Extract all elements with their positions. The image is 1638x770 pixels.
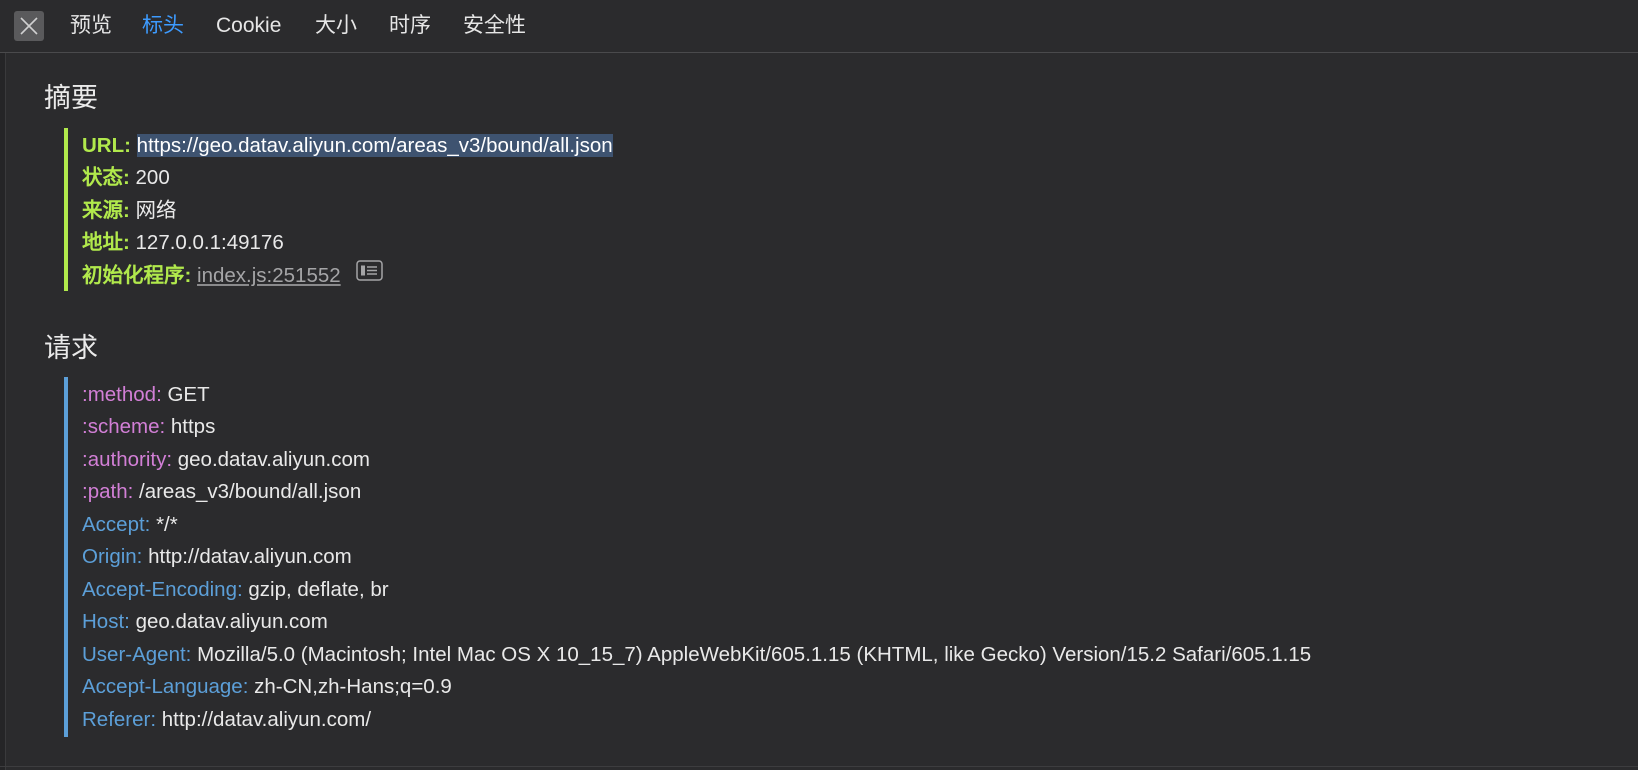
header-row: Referer: http://datav.aliyun.com/ (82, 703, 371, 737)
tab-bar: 预览 标头 Cookie 大小 时序 安全性 (0, 0, 1638, 53)
header-value: http://datav.aliyun.com (148, 545, 352, 568)
header-row: :scheme: https (82, 410, 215, 444)
summary-row-initiator: 初始化程序: index.js:251552 (82, 258, 384, 293)
initiator-link[interactable]: index.js:251552 (197, 264, 341, 287)
summary-key: 状态: (82, 166, 130, 189)
header-row: :method: GET (82, 378, 210, 412)
tab-size[interactable]: 大小 (315, 0, 357, 52)
header-key: :path: (82, 480, 134, 503)
header-key: Referer: (82, 708, 157, 731)
summary-row-source: 来源: 网络 (82, 194, 177, 228)
summary-key: 初始化程序: (82, 264, 192, 287)
header-value: http://datav.aliyun.com/ (161, 708, 372, 731)
request-title: 请求 (44, 333, 98, 363)
source-value: 网络 (135, 199, 177, 222)
header-key: Origin: (82, 545, 143, 568)
header-value: gzip, deflate, br (248, 578, 389, 601)
header-key: Host: (82, 610, 130, 633)
close-icon (20, 17, 38, 35)
close-button[interactable] (14, 11, 44, 41)
tab-cookie[interactable]: Cookie (216, 0, 281, 52)
summary-key: 来源: (82, 199, 130, 222)
header-value: GET (167, 383, 210, 406)
header-value: Mozilla/5.0 (Macintosh; Intel Mac OS X 1… (197, 643, 1312, 666)
summary-title: 摘要 (44, 83, 98, 113)
tab-headers[interactable]: 标头 (142, 0, 184, 52)
summary-row-url: URL: https://geo.datav.aliyun.com/areas_… (82, 129, 613, 163)
header-key: :authority: (82, 448, 173, 471)
url-value[interactable]: https://geo.datav.aliyun.com/areas_v3/bo… (136, 134, 613, 157)
header-key: :method: (82, 383, 162, 406)
summary-row-status: 状态: 200 (82, 161, 170, 195)
header-value: https (170, 415, 216, 438)
header-value: /areas_v3/bound/all.json (139, 480, 362, 503)
header-row: User-Agent: Mozilla/5.0 (Macintosh; Inte… (82, 638, 1311, 672)
header-row: Accept-Encoding: gzip, deflate, br (82, 573, 389, 607)
header-value: geo.datav.aliyun.com (177, 448, 370, 471)
summary-key: 地址: (82, 231, 130, 254)
header-key: :scheme: (82, 415, 166, 438)
request-bar (64, 377, 68, 737)
address-value: 127.0.0.1:49176 (135, 231, 284, 254)
header-key: Accept: (82, 513, 151, 536)
header-row: Origin: http://datav.aliyun.com (82, 540, 352, 574)
tab-security[interactable]: 安全性 (463, 0, 526, 52)
bottom-divider (0, 766, 1638, 767)
header-row: Accept: */* (82, 508, 178, 542)
summary-key: URL: (82, 134, 131, 157)
header-row: Accept-Language: zh-CN,zh-Hans;q=0.9 (82, 670, 452, 704)
summary-row-address: 地址: 127.0.0.1:49176 (82, 226, 284, 260)
header-value: geo.datav.aliyun.com (135, 610, 328, 633)
tab-preview[interactable]: 预览 (70, 0, 112, 52)
header-key: Accept-Encoding: (82, 578, 243, 601)
header-key: Accept-Language: (82, 675, 249, 698)
header-row: :authority: geo.datav.aliyun.com (82, 443, 370, 477)
left-strip (0, 53, 6, 770)
header-row: :path: /areas_v3/bound/all.json (82, 475, 361, 509)
header-key: User-Agent: (82, 643, 192, 666)
summary-bar (64, 128, 68, 291)
header-row: Host: geo.datav.aliyun.com (82, 605, 328, 639)
tab-timing[interactable]: 时序 (389, 0, 431, 52)
header-value: zh-CN,zh-Hans;q=0.9 (254, 675, 452, 698)
status-value: 200 (135, 166, 170, 189)
header-value: */* (156, 513, 178, 536)
reveal-source-icon[interactable] (356, 258, 384, 292)
